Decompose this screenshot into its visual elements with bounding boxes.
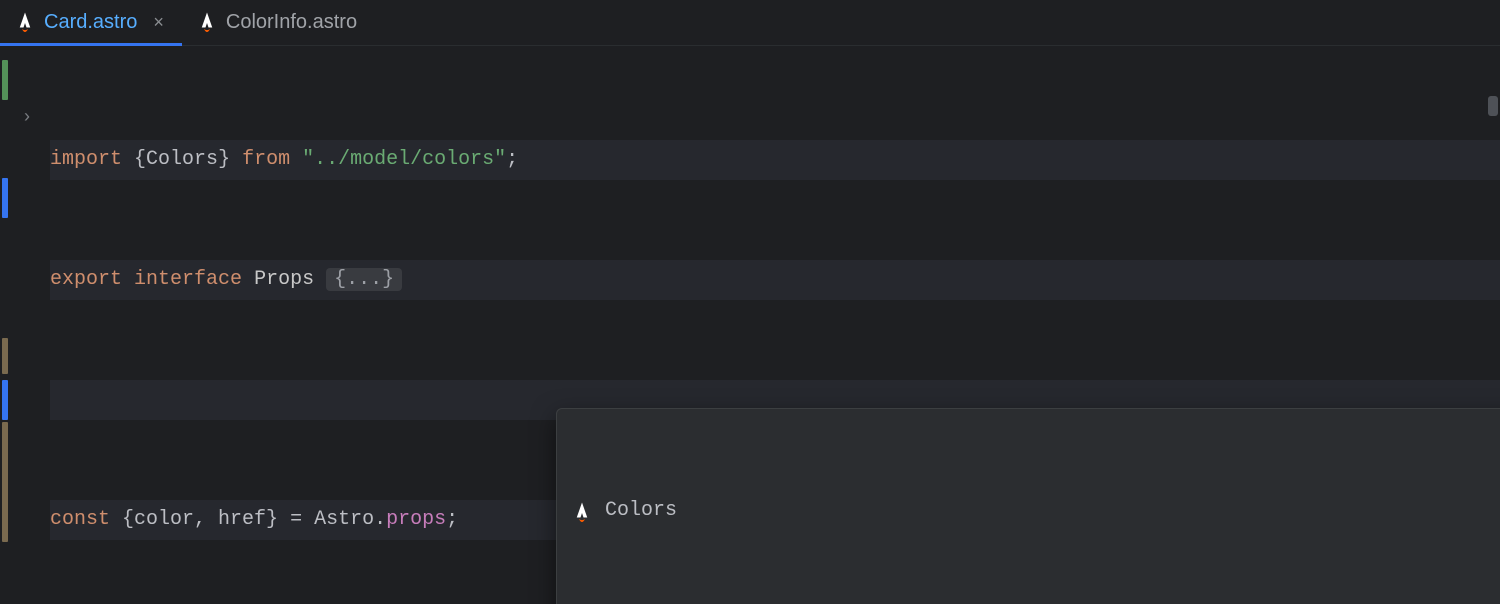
gutter: › <box>0 46 50 604</box>
tab-card-astro[interactable]: Card.astro × <box>0 0 182 45</box>
tab-label: ColorInfo.astro <box>226 11 357 34</box>
tab-colorinfo-astro[interactable]: ColorInfo.astro <box>182 0 375 45</box>
astro-icon <box>16 12 34 34</box>
vcs-marker <box>2 60 8 100</box>
close-icon[interactable]: × <box>147 12 164 33</box>
vcs-marker <box>2 380 8 420</box>
scrollbar-thumb[interactable] <box>1488 96 1498 116</box>
editor[interactable]: › import {Colors} from "../model/colors"… <box>0 46 1500 604</box>
astro-icon <box>573 500 591 522</box>
code-line: export interface Props {...} <box>50 260 1500 300</box>
vcs-marker <box>2 178 8 218</box>
tab-bar: Card.astro × ColorInfo.astro <box>0 0 1500 46</box>
completion-label: Colors <box>605 491 677 531</box>
folded-region[interactable]: {...} <box>326 268 402 291</box>
code-area[interactable]: import {Colors} from "../model/colors"; … <box>50 46 1500 604</box>
code-line: import {Colors} from "../model/colors"; <box>50 140 1500 180</box>
vcs-marker <box>2 422 8 542</box>
tab-label: Card.astro <box>44 11 137 34</box>
scrollbar[interactable] <box>1488 96 1498 604</box>
autocomplete-popup[interactable]: Colors ColorInfo Index Layout <box>556 408 1500 604</box>
vcs-marker <box>2 338 8 374</box>
fold-chevron-icon[interactable]: › <box>24 106 30 127</box>
completion-item[interactable]: Colors <box>557 489 1500 533</box>
astro-icon <box>198 12 216 34</box>
